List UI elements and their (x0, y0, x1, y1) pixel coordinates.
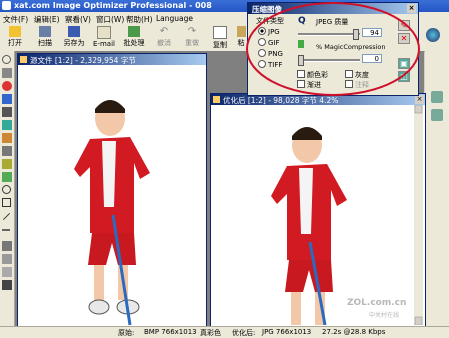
undo-icon: ↶ (159, 26, 169, 37)
swatch-bg-icon[interactable] (2, 254, 12, 264)
hand-icon[interactable] (2, 68, 12, 78)
undo-button[interactable]: ↶ 撤消 (153, 25, 175, 50)
scanner-icon (39, 26, 51, 37)
pencil-icon[interactable] (2, 229, 10, 231)
line-icon[interactable] (2, 212, 11, 221)
watermark-sub: 中关村在线 (369, 312, 400, 319)
app-icon (2, 1, 11, 10)
optimized-photo (211, 105, 423, 325)
status-original-info: BMP 766x1013 (144, 328, 197, 336)
email-button[interactable]: E-mail (91, 25, 117, 50)
copy-button[interactable]: 复制 (209, 25, 231, 50)
menu-language[interactable]: Language (156, 14, 193, 23)
swatch-mid-icon[interactable] (2, 267, 12, 277)
source-photo (18, 65, 206, 326)
refresh-icon[interactable] (431, 109, 443, 121)
status-bar: 原始: BMP 766x1013 真彩色 优化后: JPG 766x1013 2… (0, 326, 449, 338)
color-icon[interactable] (2, 81, 12, 91)
filter-icon[interactable] (2, 172, 12, 182)
email-label: E-mail (93, 40, 115, 48)
undo-label: 撤消 (157, 39, 171, 47)
image-file-icon (20, 56, 27, 63)
left-toolbox (0, 51, 15, 326)
crop-icon[interactable] (2, 94, 12, 104)
batch-button[interactable]: 批处理 (120, 25, 148, 50)
scan-label: 扫描 (38, 39, 52, 47)
floppy-icon (68, 26, 80, 37)
envelope-icon (97, 26, 111, 39)
ellipse-icon[interactable] (2, 185, 11, 194)
eraser-icon[interactable] (2, 146, 12, 156)
brush-icon[interactable] (2, 133, 12, 143)
save-as-label: 另存为 (63, 39, 85, 47)
save-as-button[interactable]: 另存为 (60, 25, 88, 50)
copy-label: 复制 (213, 41, 227, 49)
status-optimized-info: JPG 766x1013 (262, 328, 312, 336)
preview-icon[interactable] (431, 91, 443, 103)
swatch-fg-icon[interactable] (2, 241, 12, 251)
rectangle-icon[interactable] (2, 198, 11, 207)
source-image-window[interactable]: 源文件 [1:2] - 2,329,954 字节 (17, 53, 207, 327)
zoom-icon[interactable] (2, 55, 11, 64)
fill-icon[interactable] (2, 159, 12, 169)
batch-icon (128, 26, 140, 37)
swatch-dark-icon[interactable] (2, 280, 12, 290)
rotate-icon[interactable] (2, 107, 12, 117)
globe-icon[interactable] (426, 28, 440, 42)
redo-label: 重做 (185, 39, 199, 47)
status-optimized-speed: 27.2s @28.8 Kbps (322, 328, 386, 336)
image-file-icon (213, 96, 220, 103)
source-window-titlebar[interactable]: 源文件 [1:2] - 2,329,954 字节 (18, 54, 206, 65)
scan-button[interactable]: 扫描 (34, 25, 56, 50)
folder-icon (9, 26, 21, 37)
window-title: xat.com Image Optimizer Professional - 0… (14, 1, 212, 10)
batch-label: 批处理 (123, 39, 145, 47)
optimized-image-window[interactable]: 优化后 [1:2] - 98,028 字节 4.2% × ZOL.com.cn … (210, 93, 426, 328)
copy-icon (213, 26, 227, 39)
watermark-site: ZOL.com.cn (347, 298, 407, 308)
redo-icon: ↷ (187, 26, 197, 37)
resize-icon[interactable] (2, 120, 12, 130)
highlight-annotation (246, 2, 420, 96)
right-panel (425, 51, 449, 326)
open-button[interactable]: 打开 (4, 25, 26, 50)
open-label: 打开 (8, 39, 22, 47)
redo-button[interactable]: ↷ 重做 (181, 25, 203, 50)
